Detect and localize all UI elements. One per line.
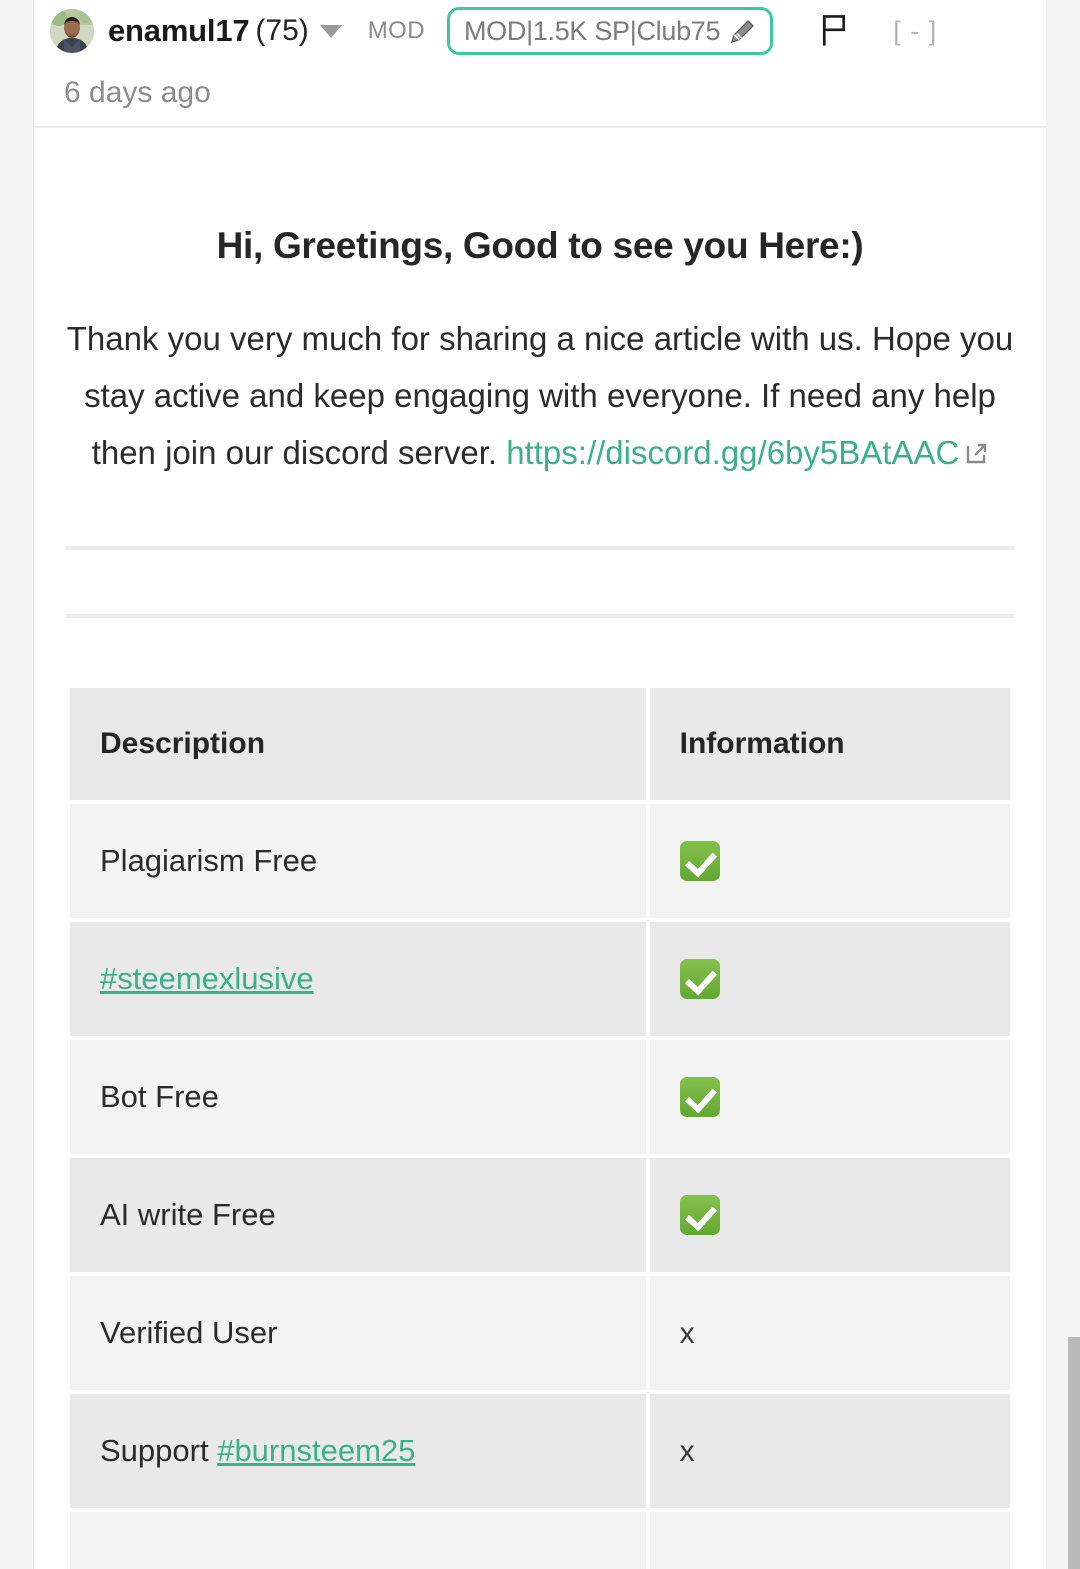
column-header-description: Description [70,688,646,801]
cross-mark: x [679,1317,695,1351]
row-description-text: Verified User [100,1315,278,1351]
row-information [649,1512,1010,1569]
row-description-text: Bot Free [100,1079,219,1115]
external-link-icon [964,427,988,484]
comment-header: enamul17 (75) MOD MOD|1.5K SP|Club75 [-… [34,0,1046,128]
scrollbar-track[interactable] [1068,0,1080,1569]
check-icon [679,1194,720,1235]
check-icon [679,958,720,999]
table-row: AI write Free [70,1158,1010,1273]
chevron-down-icon[interactable] [319,24,342,38]
table-head: Description Information [70,688,1010,801]
table-row [70,1512,1010,1569]
pen-icon [728,16,758,46]
hashtag-steemexlusive[interactable]: #steemexlusive [100,961,314,996]
author-reputation: (75) [255,14,309,47]
comment-page: enamul17 (75) MOD MOD|1.5K SP|Club75 [-… [0,0,1080,1569]
table-row: Verified User x [70,1276,1010,1391]
row-description: #steemexlusive [70,922,646,1037]
table-row: Plagiarism Free [70,804,1010,919]
table-row: Support #burnsteem25 x [70,1394,1010,1509]
scrollbar-thumb[interactable] [1068,1337,1080,1569]
check-icon [679,840,720,881]
row-information [649,922,1010,1037]
status-badge[interactable]: MOD|1.5K SP|Club75 [446,7,774,55]
table-row: #steemexlusive [70,922,1010,1037]
author-name[interactable]: enamul17 [108,13,250,49]
greeting-title: Hi, Greetings, Good to see you Here:) [216,225,864,266]
table-body: Plagiarism Free #steemexlusive Bot Free … [70,804,1010,1569]
row-information [649,1158,1010,1273]
row-description-text: AI write Free [100,1197,276,1233]
comment-timestamp[interactable]: 6 days ago [46,62,1046,110]
comment-body: Hi, Greetings, Good to see you Here:) Th… [34,128,1046,1569]
avatar[interactable] [50,9,94,53]
row-information: x [649,1394,1010,1509]
row-description: Plagiarism Free [70,804,646,919]
column-header-information: Information [649,688,1010,801]
row-description: AI write Free [70,1158,646,1273]
collapse-toggle[interactable]: [ - ] [893,16,937,47]
discord-invite-link[interactable]: https://discord.gg/6by5BAtAAC [506,434,959,471]
spacer-between-dividers [52,550,1028,614]
row-information [649,804,1010,919]
row-description: Support #burnsteem25 [70,1394,646,1509]
status-badge-label: MOD|1.5K SP|Club75 [463,15,721,46]
spacer-above-divider-one [52,483,1028,546]
row-description: Verified User [70,1276,646,1391]
row-description [70,1512,646,1569]
verification-table: Description Information Plagiarism Free [66,684,1014,1569]
hashtag-burnsteem25[interactable]: #burnsteem25 [217,1433,415,1468]
row-information [649,1040,1010,1155]
table-row: Bot Free [70,1040,1010,1155]
row-description-text: Plagiarism Free [100,843,318,879]
check-icon [679,1076,720,1117]
spacer-below-divider-two [52,618,1028,684]
row-description-text: Support [100,1433,218,1469]
row-description: Bot Free [70,1040,646,1155]
row-information: x [649,1276,1010,1391]
cross-mark: x [679,1435,695,1469]
flag-icon[interactable] [819,14,849,48]
greeting-paragraph: Thank you very much for sharing a nice a… [52,267,1028,483]
comment-card: enamul17 (75) MOD MOD|1.5K SP|Club75 [-… [33,0,1046,1569]
moderator-label: MOD [367,17,425,44]
table-header-row: Description Information [70,688,1010,801]
author-row: enamul17 (75) MOD MOD|1.5K SP|Club75 [-… [46,0,1046,62]
